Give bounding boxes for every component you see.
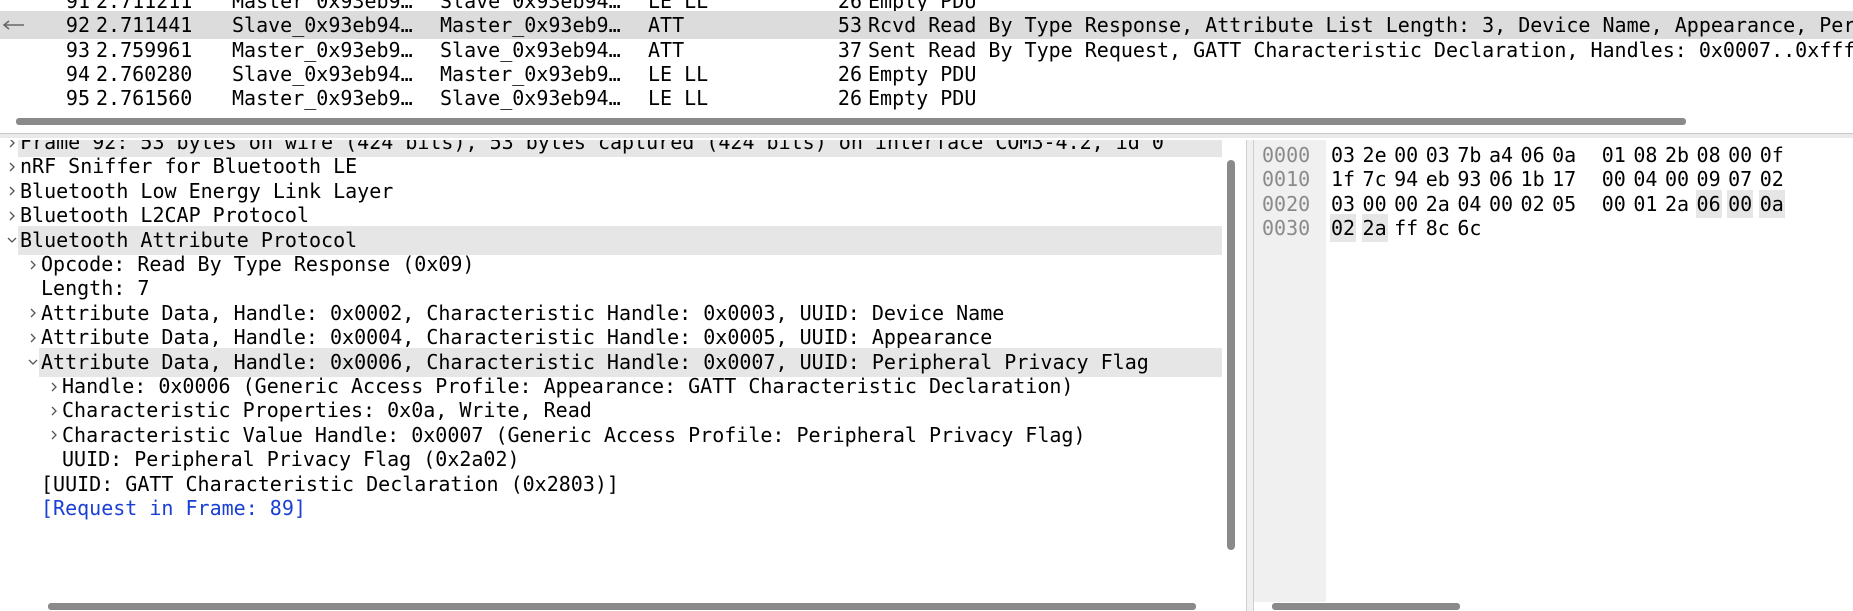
hex-byte[interactable]: ff	[1393, 214, 1419, 242]
pane-splitter[interactable]	[0, 133, 1853, 138]
details-horizontal-scrollbar[interactable]	[48, 603, 1196, 610]
packet-time: 2.761560	[96, 86, 193, 110]
packet-list[interactable]: 91 2.711211 Master_0x93eb9… Slave_0x93eb94……	[0, 0, 1853, 110]
hex-byte[interactable]: 6c	[1456, 214, 1482, 242]
hex-byte[interactable]: 02	[1330, 213, 1356, 242]
packet-number: 95	[65, 86, 90, 110]
hex-byte[interactable]: 2a	[1361, 213, 1388, 242]
details-vertical-scrollbar[interactable]	[1227, 160, 1235, 550]
packet-protocol: LE LL	[648, 86, 709, 110]
hex-offset: 0030	[1262, 215, 1311, 240]
packet-destination: Slave_0x93eb94…	[440, 86, 621, 110]
hex-row: 0030 02 2a ff 8c 6c	[1254, 213, 1853, 242]
packet-list-horizontal-scrollbar[interactable]	[16, 118, 1686, 125]
details-bytes-divider[interactable]	[1246, 140, 1254, 611]
packet-info: Empty PDU	[868, 86, 977, 110]
hex-byte[interactable]: 8c	[1425, 214, 1451, 242]
request-frame-link[interactable]: [Request in Frame: 89]	[41, 494, 306, 523]
packet-bytes-pane[interactable]: 0000 03 2e 00 03 7b a4 06 0a 01 08 2b 08 00 0f 0010 1f 7c…	[1254, 140, 1853, 602]
tree-item[interactable]: [Request in Frame: 89]	[0, 494, 1222, 523]
packet-details-tree[interactable]: Frame 92: 53 bytes on wire (424 bits), 5…	[0, 140, 1240, 602]
bytes-horizontal-scrollbar[interactable]	[1272, 603, 1460, 610]
packet-source: Master_0x93eb9…	[232, 86, 413, 110]
packet-length: 26	[837, 86, 862, 110]
packet-row[interactable]: 95 2.761560 Master_0x93eb9… Slave_0x93eb94……	[0, 84, 1853, 110]
